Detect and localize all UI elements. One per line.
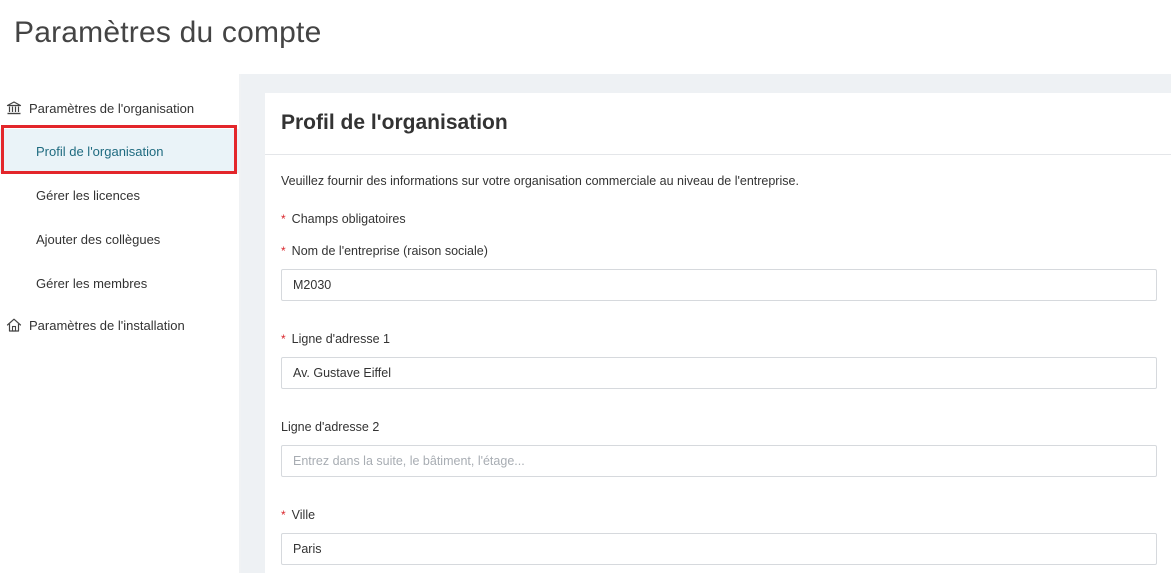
required-star: * [281,332,286,346]
address-line1-label: * Ligne d'adresse 1 [281,332,390,346]
home-icon [6,318,22,332]
page-title: Paramètres du compte [14,16,322,49]
city-label: * Ville [281,508,316,522]
sidebar-item-label: Gérer les membres [36,275,148,291]
required-star: * [281,244,286,258]
intro-text: Veuillez fournir des informations sur vo… [281,174,799,188]
sidebar-item-org-profile[interactable]: Profil de l'organisation [0,129,239,173]
company-name-input[interactable] [281,269,1157,301]
required-star: * [281,508,286,522]
sidebar: Paramètres de l'organisation Profil de l… [0,74,239,350]
address-line1-input[interactable] [281,357,1157,389]
divider [265,154,1171,155]
sidebar-item-label: Profil de l'organisation [36,143,164,159]
address-line2-label: Ligne d'adresse 2 [281,420,380,434]
org-profile-card: Profil de l'organisation Veuillez fourni… [265,93,1171,573]
sidebar-section-install-settings[interactable]: Paramètres de l'installation [0,307,239,343]
sidebar-section-org-settings[interactable]: Paramètres de l'organisation [0,90,239,126]
sidebar-divider [239,74,241,573]
sidebar-item-label: Ajouter des collègues [36,231,161,247]
city-input[interactable] [281,533,1157,565]
sidebar-item-add-colleagues[interactable]: Ajouter des collègues [0,217,239,261]
sidebar-item-manage-licenses[interactable]: Gérer les licences [0,173,239,217]
required-star: * [281,212,286,226]
sidebar-section-label: Paramètres de l'organisation [29,100,195,116]
required-fields-note: * Champs obligatoires [281,212,406,226]
sidebar-item-manage-members[interactable]: Gérer les membres [0,261,239,305]
company-name-label: * Nom de l'entreprise (raison sociale) [281,244,488,258]
card-title: Profil de l'organisation [281,111,508,134]
sidebar-section-label: Paramètres de l'installation [29,317,185,333]
page-header: Paramètres du compte [0,0,1171,74]
address-line2-input[interactable] [281,445,1157,477]
bank-icon [6,101,22,115]
sidebar-item-label: Gérer les licences [36,187,141,203]
